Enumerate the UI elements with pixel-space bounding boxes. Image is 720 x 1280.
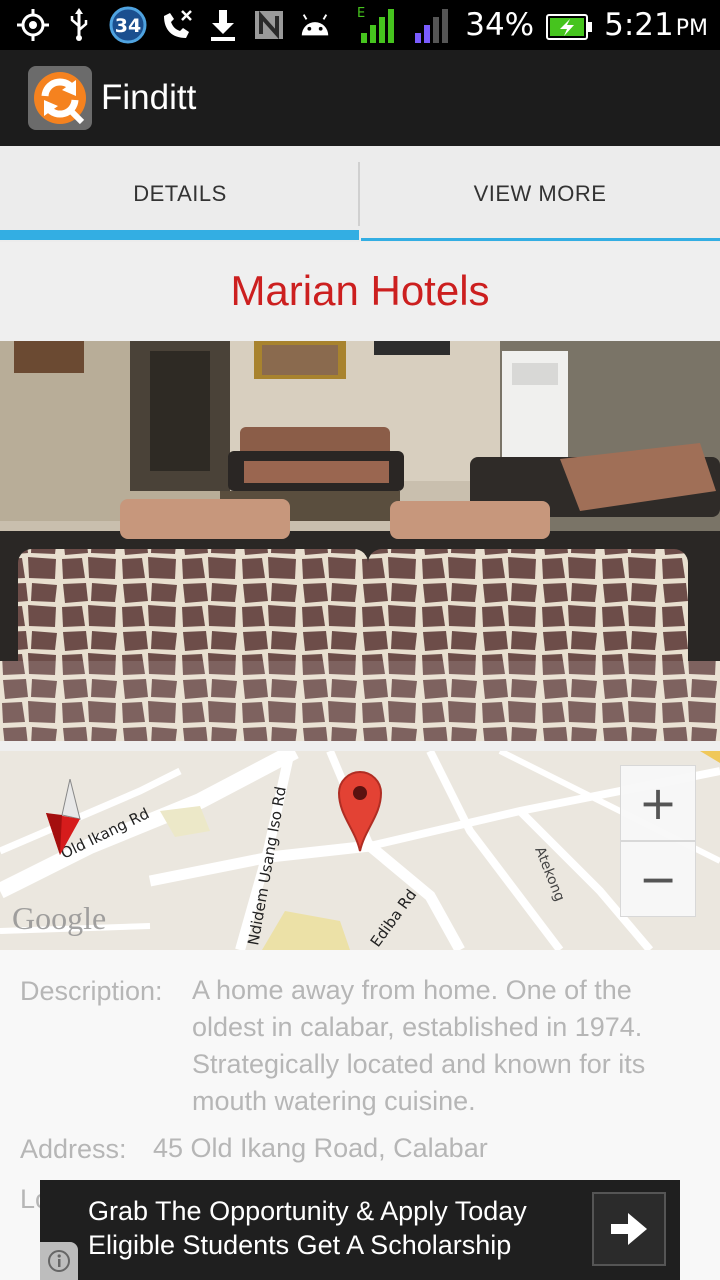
clock-ampm: PM xyxy=(675,16,708,41)
svg-text:E: E xyxy=(357,6,365,21)
arrow-right-icon xyxy=(611,1213,647,1245)
ad-line2: Eligible Students Get A Scholarship xyxy=(88,1230,512,1260)
tab-bar: DETAILS VIEW MORE xyxy=(0,146,720,242)
tab-details[interactable]: DETAILS xyxy=(0,146,360,242)
signal-icon: E xyxy=(357,5,401,45)
android-icon xyxy=(298,8,332,42)
map-pin-icon[interactable] xyxy=(337,769,383,853)
svg-text:34: 34 xyxy=(115,15,141,37)
missed-call-icon xyxy=(160,8,194,42)
zoom-in-button[interactable]: + xyxy=(620,765,696,841)
tab-view-more[interactable]: VIEW MORE xyxy=(360,146,720,242)
nfc-icon xyxy=(252,8,286,42)
address-label: Address: xyxy=(20,1134,127,1164)
status-bar: 34 E 34% 5:21PM xyxy=(0,0,720,50)
battery-charging-icon xyxy=(546,12,593,40)
gps-icon xyxy=(16,8,50,42)
usb-icon xyxy=(62,8,96,42)
zoom-out-button[interactable]: − xyxy=(620,841,696,917)
ad-text: Grab The Opportunity & Apply Today Eligi… xyxy=(88,1194,527,1262)
hotel-photo[interactable] xyxy=(0,341,720,741)
google-logo: Google xyxy=(12,900,106,936)
location-map[interactable]: Old Ikang Rd Ndidem Usang Iso Rd Ediba R… xyxy=(0,751,720,950)
address-value: 45 Old Ikang Road, Calabar xyxy=(153,1133,488,1163)
description-label: Description: xyxy=(20,976,163,1006)
hotel-name: Marian Hotels xyxy=(230,267,490,314)
download-icon xyxy=(206,8,240,42)
signal-icon xyxy=(413,5,453,45)
tab-selected-indicator xyxy=(0,230,359,240)
app-bar: Finditt xyxy=(0,50,720,146)
description-text: A home away from home. One of the oldest… xyxy=(192,972,645,1120)
tab-underline xyxy=(361,238,720,241)
notification-count-icon: 34 xyxy=(108,6,148,44)
description-line: mouth watering cuisine. xyxy=(192,1086,476,1116)
description-line: Strategically located and known for its xyxy=(192,1049,646,1079)
description-line: oldest in calabar, established in 1974. xyxy=(192,1012,643,1042)
zoom-in-icon: + xyxy=(638,776,678,830)
ad-banner[interactable]: Grab The Opportunity & Apply Today Eligi… xyxy=(40,1180,680,1280)
description-line: A home away from home. One of the xyxy=(192,975,632,1005)
zoom-out-icon: − xyxy=(638,852,678,906)
ad-open-button[interactable] xyxy=(592,1192,666,1266)
battery-percent: 34% xyxy=(465,7,535,43)
finditt-logo-icon[interactable] xyxy=(28,66,92,130)
clock-time: 5:21 xyxy=(604,7,674,43)
ad-line1: Grab The Opportunity & Apply Today xyxy=(88,1196,527,1226)
app-title: Finditt xyxy=(101,78,197,117)
info-icon[interactable] xyxy=(40,1242,78,1280)
compass-icon[interactable] xyxy=(42,779,86,859)
